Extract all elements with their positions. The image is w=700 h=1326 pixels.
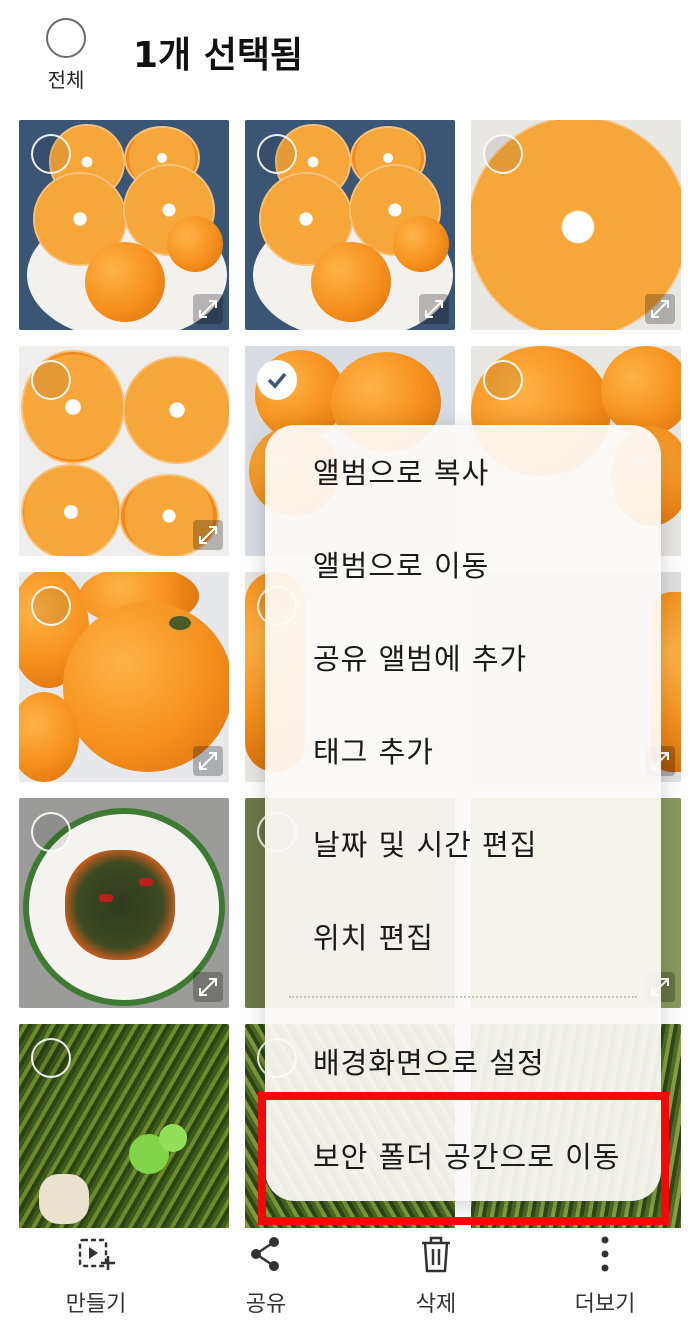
select-circle[interactable] bbox=[31, 586, 71, 626]
menu-item-add-to-shared-album[interactable]: 공유 앨범에 추가 bbox=[265, 611, 661, 703]
more-options-menu: 앨범으로 복사 앨범으로 이동 공유 앨범에 추가 태그 추가 날짜 및 시간 … bbox=[265, 425, 661, 1201]
highlight-box bbox=[258, 1092, 669, 1225]
select-circle[interactable] bbox=[31, 134, 71, 174]
more-vertical-icon bbox=[535, 1232, 675, 1276]
more-button[interactable]: 더보기 bbox=[535, 1232, 675, 1318]
share-button[interactable]: 공유 bbox=[196, 1232, 336, 1318]
photo-thumbnail[interactable] bbox=[19, 120, 229, 330]
bottom-action-bar: 만들기 공유 삭제 더보기 bbox=[0, 1228, 700, 1326]
photo-thumbnail[interactable] bbox=[19, 346, 229, 556]
select-circle[interactable] bbox=[31, 812, 71, 852]
selection-header: 전체 1개 선택됨 bbox=[0, 0, 700, 110]
photo-thumbnail[interactable] bbox=[19, 572, 229, 782]
create-icon bbox=[26, 1232, 166, 1276]
delete-label: 삭제 bbox=[415, 1292, 457, 1317]
menu-item-label: 날짜 및 시간 편집 bbox=[313, 828, 538, 862]
more-label: 더보기 bbox=[574, 1292, 636, 1317]
photo-thumbnail[interactable] bbox=[19, 798, 229, 1008]
select-all-toggle[interactable]: 전체 bbox=[36, 18, 96, 93]
selection-count-title: 1개 선택됨 bbox=[133, 35, 304, 76]
trash-icon bbox=[366, 1232, 506, 1276]
expand-icon[interactable] bbox=[193, 520, 223, 550]
select-all-checkbox[interactable] bbox=[46, 18, 86, 58]
expand-icon[interactable] bbox=[193, 972, 223, 1002]
menu-divider bbox=[289, 996, 637, 998]
menu-item-label: 배경화면으로 설정 bbox=[313, 1046, 545, 1080]
menu-item-label: 앨범으로 복사 bbox=[313, 456, 490, 490]
photo-thumbnail[interactable] bbox=[471, 120, 681, 330]
menu-item-edit-location[interactable]: 위치 편집 bbox=[265, 890, 661, 982]
menu-item-label: 앨범으로 이동 bbox=[313, 549, 490, 583]
select-circle[interactable] bbox=[31, 1038, 71, 1078]
select-circle[interactable] bbox=[483, 360, 523, 400]
menu-item-label: 태그 추가 bbox=[313, 735, 434, 769]
menu-item-add-tag[interactable]: 태그 추가 bbox=[265, 704, 661, 796]
create-button[interactable]: 만들기 bbox=[26, 1232, 166, 1318]
expand-icon[interactable] bbox=[419, 294, 449, 324]
select-circle[interactable] bbox=[31, 360, 71, 400]
expand-icon[interactable] bbox=[193, 746, 223, 776]
photo-thumbnail[interactable] bbox=[19, 1024, 229, 1234]
share-label: 공유 bbox=[245, 1292, 287, 1317]
expand-icon[interactable] bbox=[645, 294, 675, 324]
select-all-label: 전체 bbox=[47, 68, 85, 92]
share-icon bbox=[196, 1232, 336, 1276]
menu-item-edit-date-time[interactable]: 날짜 및 시간 편집 bbox=[265, 797, 661, 889]
checked-circle[interactable] bbox=[257, 360, 297, 400]
menu-item-label: 위치 편집 bbox=[313, 921, 434, 955]
delete-button[interactable]: 삭제 bbox=[366, 1232, 506, 1318]
menu-item-copy-to-album[interactable]: 앨범으로 복사 bbox=[265, 425, 661, 517]
menu-item-move-to-album[interactable]: 앨범으로 이동 bbox=[265, 518, 661, 610]
menu-item-label: 공유 앨범에 추가 bbox=[313, 642, 528, 676]
select-circle[interactable] bbox=[483, 134, 523, 174]
photo-thumbnail[interactable] bbox=[245, 120, 455, 330]
select-circle[interactable] bbox=[257, 134, 297, 174]
create-label: 만들기 bbox=[65, 1292, 127, 1317]
expand-icon[interactable] bbox=[193, 294, 223, 324]
